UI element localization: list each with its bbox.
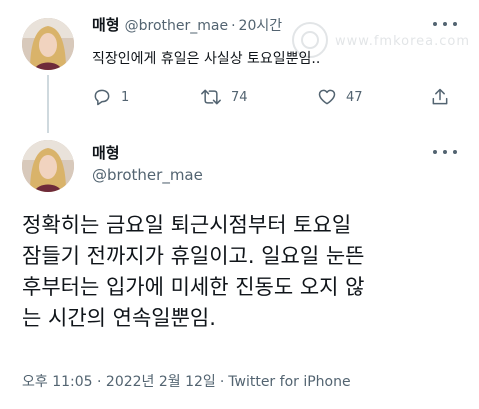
avatar[interactable] xyxy=(22,18,74,70)
tweet-source[interactable]: Twitter for iPhone xyxy=(228,374,350,390)
tweet-meta: 오후 11:05 · 2022년 2월 12일 · Twitter for iPho… xyxy=(22,371,351,391)
parent-tweet[interactable]: 매형 @brother_mae · 20시간 www.fmkorea.com 직장인에… xyxy=(0,0,479,133)
retweet-button[interactable]: 74 xyxy=(200,86,248,108)
main-tweet: 매형 @brother_mae 정확히는 금요일 퇴근시점부터 토요일 잠들기 … xyxy=(0,130,479,409)
tweet-text-line: 후부터는 입가에 미세한 진동도 오지 않 xyxy=(22,275,365,299)
reply-count: 1 xyxy=(121,89,130,105)
parent-header: 매형 @brother_mae · 20시간 xyxy=(92,14,282,35)
separator: · xyxy=(219,374,225,390)
avatar-photo-icon xyxy=(22,18,74,70)
share-icon xyxy=(432,88,448,105)
tweet-actions: 1 74 47 xyxy=(92,86,452,108)
timestamp[interactable]: 20시간 xyxy=(239,18,283,34)
watermark-text: www.fmkorea.com xyxy=(335,34,471,49)
tweet-text-line: 는 시간의 연속일뿐임. xyxy=(22,306,216,330)
share-button[interactable] xyxy=(430,86,450,108)
more-options-icon[interactable] xyxy=(433,20,457,28)
thread-line xyxy=(47,75,49,133)
avatar[interactable] xyxy=(22,140,74,192)
like-count: 47 xyxy=(346,89,363,105)
tweet-text-line: 정확히는 금요일 퇴근시점부터 토요일 xyxy=(22,213,352,237)
reply-button[interactable]: 1 xyxy=(92,86,129,108)
retweet-icon xyxy=(201,89,221,105)
more-options-icon[interactable] xyxy=(433,148,457,156)
handle[interactable]: @brother_mae xyxy=(125,18,228,34)
display-name[interactable]: 매형 xyxy=(92,142,120,163)
reply-icon xyxy=(94,89,110,106)
display-name[interactable]: 매형 xyxy=(92,16,120,34)
like-button[interactable]: 47 xyxy=(317,86,363,108)
handle[interactable]: @brother_mae xyxy=(92,166,203,184)
avatar-photo-icon xyxy=(22,140,74,192)
tweet-text: 정확히는 금요일 퇴근시점부터 토요일 잠들기 전까지가 휴일이고. 일요일 눈… xyxy=(22,210,462,334)
tweet-text: 직장인에게 휴일은 사실상 토요일뿐임.. xyxy=(92,51,321,67)
retweet-count: 74 xyxy=(231,89,248,105)
tweet-text-line: 잠들기 전까지가 휴일이고. 일요일 눈뜬 xyxy=(22,244,365,268)
timestamp[interactable]: 오후 11:05 · 2022년 2월 12일 xyxy=(22,374,216,390)
separator: · xyxy=(231,18,236,34)
heart-icon xyxy=(318,89,336,105)
